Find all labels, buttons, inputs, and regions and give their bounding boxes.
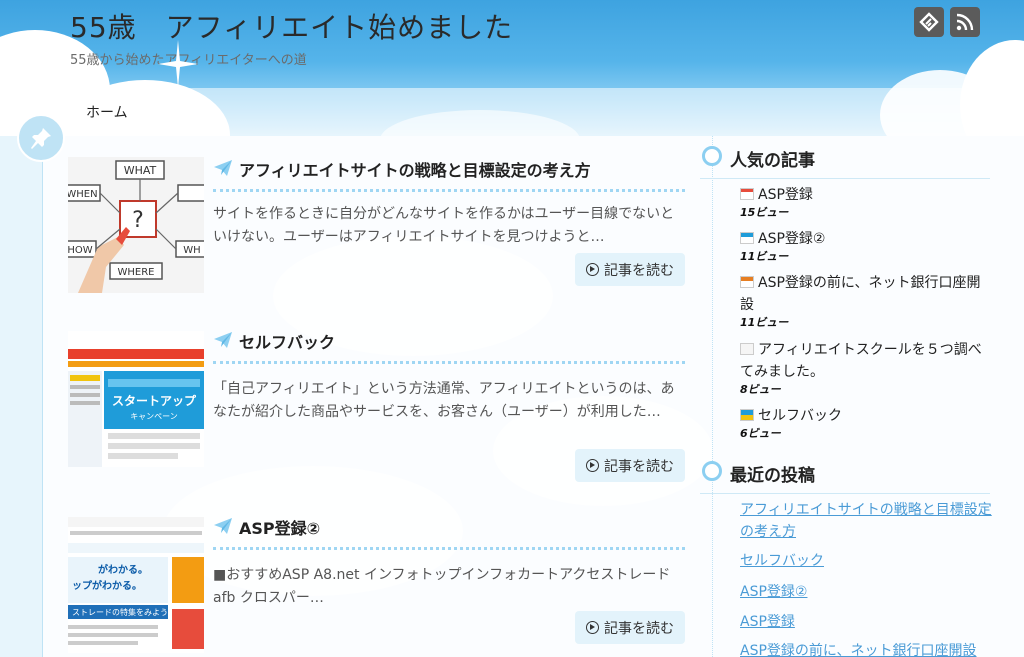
popular-item-label: セルフバック	[758, 408, 842, 424]
post-thumbnail-icon	[740, 232, 754, 244]
header: 55歳 アフィリエイト始めました 55歳から始めたアフィリエイターへの道 ホーム	[0, 0, 1024, 136]
post-thumbnail-icon	[740, 188, 754, 200]
post-thumbnail-icon	[740, 276, 754, 288]
play-circle-icon	[586, 459, 599, 472]
post-thumbnail[interactable]: がわかる。 ップがわかる。 ストレードの特集をみよう!	[68, 517, 204, 653]
rss-icon[interactable]	[950, 7, 980, 37]
play-circle-icon	[586, 621, 599, 634]
post-excerpt: サイトを作るときに自分がどんなサイトを作るかはユーザー目線でないといけない。ユー…	[213, 206, 675, 245]
popular-item[interactable]: ASP登録 15ビュー	[740, 184, 990, 220]
recent-post-link[interactable]: ASP登録の前に、ネット銀行口座開設	[740, 640, 992, 657]
post-title-text: セルフバック	[239, 333, 336, 352]
popular-item[interactable]: アフィリエイトスクールを５つ調べてみました。 8ビュー	[740, 339, 990, 397]
navbar: ホーム	[0, 88, 1024, 136]
post-title-text: ASP登録②	[239, 519, 321, 538]
sparkle-icon	[158, 40, 198, 88]
view-count: 15ビュー	[740, 206, 789, 219]
recent-post-link[interactable]: アフィリエイトサイトの戦略と目標設定の考え方	[740, 499, 992, 543]
popular-item-label: ASP登録②	[758, 231, 826, 247]
recent-post-link[interactable]: ASP登録②	[740, 581, 992, 603]
view-count: 11ビュー	[740, 250, 789, 263]
pin-icon	[17, 114, 65, 162]
read-more-button[interactable]: 記事を読む	[575, 611, 685, 644]
recent-post-link[interactable]: セルフバック	[740, 550, 992, 572]
widget-title-text: 最近の投稿	[730, 466, 815, 486]
thumb-campaign: キャンペーン	[130, 412, 178, 421]
post-thumbnail[interactable]: WHAT WHEN ? HOW WH WHERE	[68, 157, 204, 293]
read-more-button[interactable]: 記事を読む	[575, 253, 685, 286]
post-title-text: アフィリエイトサイトの戦略と目標設定の考え方	[239, 161, 591, 180]
read-more-label: 記事を読む	[604, 620, 674, 637]
view-count: 11ビュー	[740, 316, 789, 329]
paper-plane-icon	[214, 518, 232, 534]
svg-text:?: ?	[132, 208, 144, 233]
popular-widget-title: 人気の記事	[700, 146, 990, 179]
thumb-banner3: ストレードの特集をみよう!	[72, 607, 171, 617]
widget-title-text: 人気の記事	[730, 151, 815, 171]
site-title[interactable]: 55歳 アフィリエイト始めました	[70, 6, 513, 46]
thumb-banner1: がわかる。	[98, 563, 148, 576]
popular-item[interactable]: ASP登録の前に、ネット銀行口座開設 11ビュー	[740, 272, 990, 330]
thumb-how: HOW	[68, 245, 93, 256]
popular-item-label: ASP登録	[758, 187, 813, 203]
post-title[interactable]: セルフバック	[213, 329, 685, 364]
post-card: スタートアップ キャンペーン セルフバック 「自己アフィリエイト」という方法通常…	[68, 329, 688, 482]
thumb-what: WHAT	[124, 164, 157, 177]
view-count: 6ビュー	[740, 427, 781, 440]
post-thumbnail[interactable]: スタートアップ キャンペーン	[68, 331, 204, 467]
thumb-start: スタートアップ	[112, 393, 197, 408]
popular-item[interactable]: セルフバック 6ビュー	[740, 405, 990, 441]
popular-item-label: ASP登録の前に、ネット銀行口座開設	[740, 275, 981, 313]
popular-item-label: アフィリエイトスクールを５つ調べてみました。	[740, 342, 982, 380]
post-title[interactable]: アフィリエイトサイトの戦略と目標設定の考え方	[213, 157, 685, 192]
paper-plane-icon	[214, 332, 232, 348]
post-card: WHAT WHEN ? HOW WH WHERE アフィリエイトサイトの戦略と目…	[68, 157, 688, 297]
recent-post-link[interactable]: ASP登録	[740, 611, 992, 633]
column-divider	[712, 136, 713, 657]
post-thumbnail-icon	[740, 343, 754, 355]
read-more-button[interactable]: 記事を読む	[575, 449, 685, 482]
post-thumbnail-icon	[740, 409, 754, 421]
view-count: 8ビュー	[740, 383, 781, 396]
circle-icon	[702, 461, 722, 481]
post-excerpt: 「自己アフィリエイト」という方法通常、アフィリエイトというのは、あなたが紹介した…	[213, 381, 675, 420]
post-title[interactable]: ASP登録②	[213, 515, 685, 550]
paper-plane-icon	[214, 160, 232, 176]
popular-item[interactable]: ASP登録② 11ビュー	[740, 228, 990, 264]
circle-icon	[702, 146, 722, 166]
post-excerpt: ■おすすめASP A8.net インフォトップインフォカートアクセストレード a…	[213, 567, 671, 606]
post-card: がわかる。 ップがわかる。 ストレードの特集をみよう! ASP登録② ■おすすめ…	[68, 515, 688, 657]
play-circle-icon	[586, 263, 599, 276]
thumb-where: WHERE	[118, 267, 155, 278]
read-more-label: 記事を読む	[604, 458, 674, 475]
feedly-icon[interactable]	[914, 7, 944, 37]
recent-widget-title: 最近の投稿	[700, 461, 990, 494]
thumb-when: WHEN	[68, 189, 98, 200]
thumb-banner2: ップがわかる。	[72, 579, 142, 592]
read-more-label: 記事を読む	[604, 262, 674, 279]
thumb-who: WH	[183, 245, 200, 256]
nav-home[interactable]: ホーム	[86, 102, 128, 122]
